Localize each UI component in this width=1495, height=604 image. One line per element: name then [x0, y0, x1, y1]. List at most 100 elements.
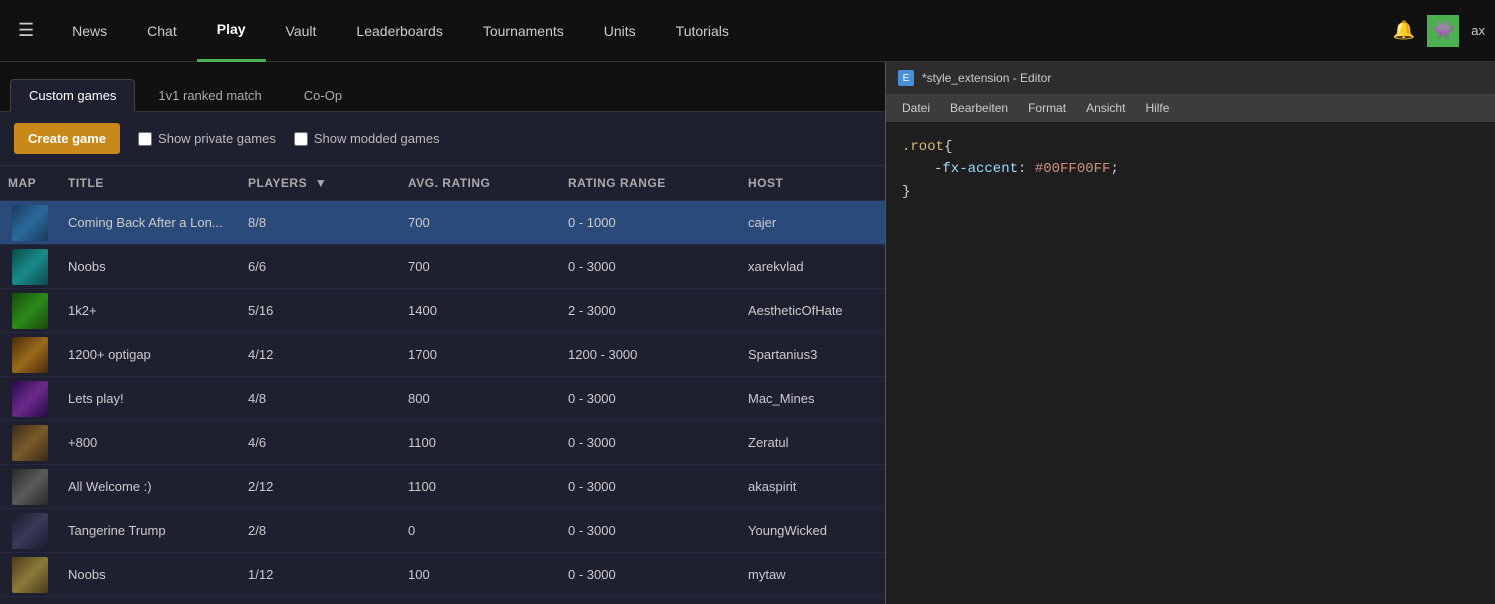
avg-rating-cell: 1400: [400, 299, 560, 322]
col-header-map: Map: [0, 172, 60, 194]
map-cell: [0, 553, 60, 597]
avg-rating-cell: 1100: [400, 431, 560, 454]
user-avatar[interactable]: 👾: [1427, 15, 1459, 47]
nav-item-vault[interactable]: Vault: [266, 0, 337, 62]
nav-item-play[interactable]: Play: [197, 0, 266, 62]
avg-rating-cell: 100: [400, 563, 560, 586]
host-cell: mytaw: [740, 563, 885, 586]
map-cell: [0, 421, 60, 465]
show-modded-games-text: Show modded games: [314, 131, 440, 146]
title-cell: Noobs: [60, 563, 240, 586]
editor-menu-bearbeiten[interactable]: Bearbeiten: [942, 97, 1016, 119]
map-cell: [0, 201, 60, 245]
table-row[interactable]: +800 4/6 1100 0 - 3000 Zeratul: [0, 421, 885, 465]
nav-item-news[interactable]: News: [52, 0, 127, 62]
nav-item-leaderboards[interactable]: Leaderboards: [336, 0, 462, 62]
code-line-property: -fx-accent: #00FF00FF;: [902, 158, 1479, 180]
left-panel: Custom games 1v1 ranked match Co-Op Crea…: [0, 62, 885, 604]
nav-item-tournaments[interactable]: Tournaments: [463, 0, 584, 62]
editor-title: *style_extension - Editor: [922, 71, 1051, 85]
game-list: Coming Back After a Lon... 8/8 700 0 - 1…: [0, 201, 885, 604]
sort-arrow-icon: ▼: [315, 176, 327, 190]
show-private-games-label[interactable]: Show private games: [138, 131, 276, 146]
col-header-players[interactable]: Players ▼: [240, 172, 400, 194]
hamburger-menu[interactable]: ☰: [10, 12, 42, 49]
code-line-selector: .root{: [902, 136, 1479, 158]
players-cell: 8/8: [240, 211, 400, 234]
table-row[interactable]: Noobs 6/6 700 0 - 3000 xarekvlad: [0, 245, 885, 289]
map-thumbnail: [12, 381, 48, 417]
nav-item-chat[interactable]: Chat: [127, 0, 197, 62]
top-navigation: ☰ News Chat Play Vault Leaderboards Tour…: [0, 0, 1495, 62]
code-selector: .root: [902, 139, 944, 155]
show-modded-games-label[interactable]: Show modded games: [294, 131, 440, 146]
map-cell: [0, 289, 60, 333]
tab-coop[interactable]: Co-Op: [285, 79, 361, 112]
host-cell: xarekvlad: [740, 255, 885, 278]
map-cell: [0, 377, 60, 421]
players-cell: 6/6: [240, 255, 400, 278]
avg-rating-cell: 800: [400, 387, 560, 410]
table-row[interactable]: Tangerine Trump 2/8 0 0 - 3000 YoungWick…: [0, 509, 885, 553]
table-row[interactable]: All Welcome :) 2/12 1100 0 - 3000 akaspi…: [0, 465, 885, 509]
table-row[interactable]: Lets play! 4/8 800 0 - 3000 Mac_Mines: [0, 377, 885, 421]
editor-menu-format[interactable]: Format: [1020, 97, 1074, 119]
editor-icon: E: [898, 70, 914, 86]
map-thumbnail: [12, 205, 48, 241]
avg-rating-cell: 1700: [400, 343, 560, 366]
host-cell: YoungWicked: [740, 519, 885, 542]
rating-range-cell: 1200 - 3000: [560, 343, 740, 366]
map-cell: [0, 509, 60, 553]
host-cell: cajer: [740, 211, 885, 234]
editor-menu-ansicht[interactable]: Ansicht: [1078, 97, 1133, 119]
avg-rating-cell: 700: [400, 255, 560, 278]
host-cell: Zeratul: [740, 431, 885, 454]
editor-menu-hilfe[interactable]: Hilfe: [1137, 97, 1177, 119]
title-cell: 1k2+: [60, 299, 240, 322]
map-thumbnail: [12, 469, 48, 505]
avg-rating-cell: 1100: [400, 475, 560, 498]
players-cell: 4/8: [240, 387, 400, 410]
rating-range-cell: 0 - 3000: [560, 563, 740, 586]
title-cell: Lets play!: [60, 387, 240, 410]
rating-range-cell: 0 - 3000: [560, 475, 740, 498]
host-cell: Mac_Mines: [740, 387, 885, 410]
players-cell: 2/12: [240, 475, 400, 498]
notification-bell-icon[interactable]: 🔔: [1393, 20, 1415, 41]
nav-items: News Chat Play Vault Leaderboards Tourna…: [52, 0, 1393, 62]
nav-item-units[interactable]: Units: [584, 0, 656, 62]
table-row[interactable]: 1200+ optigap 4/12 1700 1200 - 3000 Spar…: [0, 333, 885, 377]
title-cell: 1200+ optigap: [60, 343, 240, 366]
rating-range-cell: 0 - 3000: [560, 519, 740, 542]
tab-1v1-ranked[interactable]: 1v1 ranked match: [139, 79, 280, 112]
create-game-button[interactable]: Create game: [14, 123, 120, 154]
table-header: Map Title Players ▼ Avg. Rating Rating R…: [0, 166, 885, 201]
players-cell: 1/12: [240, 563, 400, 586]
show-modded-games-checkbox[interactable]: [294, 132, 308, 146]
avg-rating-cell: 700: [400, 211, 560, 234]
rating-range-cell: 0 - 3000: [560, 431, 740, 454]
players-cell: 4/6: [240, 431, 400, 454]
code-semicolon: ;: [1110, 161, 1118, 177]
table-row[interactable]: Coming Back After a Lon... 8/8 700 0 - 1…: [0, 201, 885, 245]
table-row[interactable]: Noobs 1/12 100 0 - 3000 mytaw: [0, 553, 885, 597]
show-private-games-checkbox[interactable]: [138, 132, 152, 146]
avg-rating-cell: 0: [400, 519, 560, 542]
title-cell: All Welcome :): [60, 475, 240, 498]
map-cell: [0, 465, 60, 509]
table-row[interactable]: 1k2+ 5/16 1400 2 - 3000 AestheticOfHate: [0, 289, 885, 333]
tab-bar: Custom games 1v1 ranked match Co-Op: [0, 62, 885, 112]
map-cell: [0, 333, 60, 377]
host-cell: Spartanius3: [740, 343, 885, 366]
map-thumbnail: [12, 425, 48, 461]
map-thumbnail: [12, 557, 48, 593]
tab-custom-games[interactable]: Custom games: [10, 79, 135, 112]
rating-range-cell: 0 - 3000: [560, 387, 740, 410]
rating-range-cell: 0 - 3000: [560, 255, 740, 278]
code-close-brace: }: [902, 184, 910, 200]
editor-content[interactable]: .root{ -fx-accent: #00FF00FF; }: [886, 122, 1495, 604]
editor-menu-datei[interactable]: Datei: [894, 97, 938, 119]
map-thumbnail: [12, 249, 48, 285]
nav-item-tutorials[interactable]: Tutorials: [656, 0, 749, 62]
map-thumbnail: [12, 293, 48, 329]
